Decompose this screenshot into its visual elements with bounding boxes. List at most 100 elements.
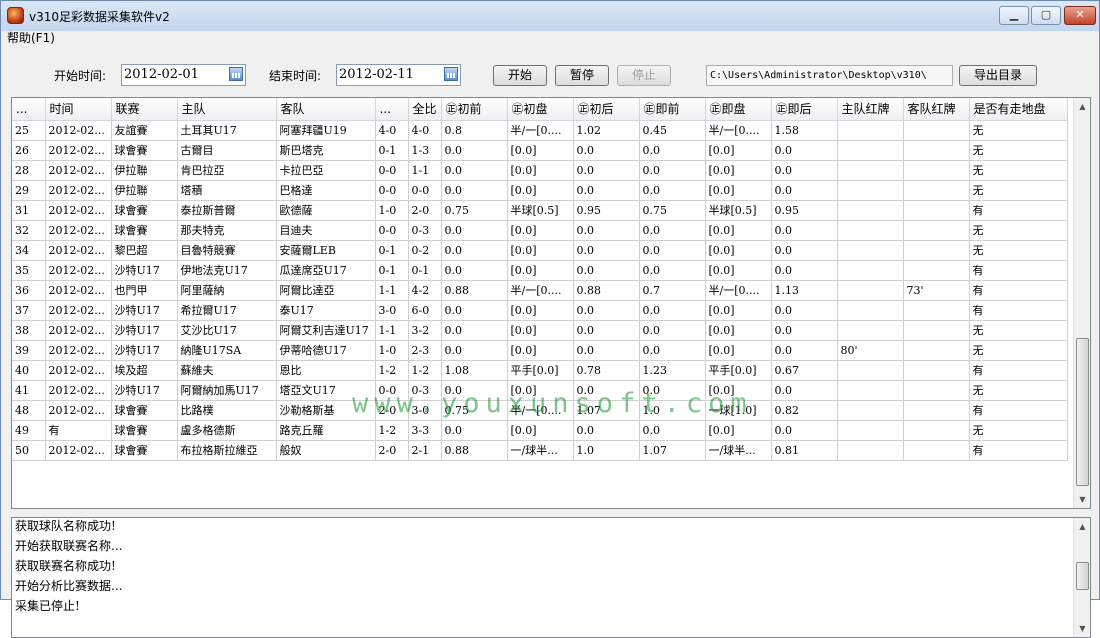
log-scrollbar[interactable]: ▲ ▼ xyxy=(1073,518,1090,637)
table-cell: 0-3 xyxy=(408,220,442,241)
minimize-button[interactable]: ▁ xyxy=(999,6,1029,25)
table-row[interactable]: 35 2012-02... 沙特U17 伊地法克U17 瓜達席亞U17 0-1 0-1 0.0… xyxy=(12,260,1068,281)
stop-button[interactable]: 停止 xyxy=(617,65,671,86)
table-row[interactable]: 26 2012-02... 球會賽 古爾目 斯巴塔克 0-1 1-3 0.0 [0.0] 0.0 0… xyxy=(12,140,1068,161)
table-row[interactable]: 28 2012-02... 伊拉聯 肯巴拉亞 卡拉巴亞 0-0 1-1 0.0 [0.0] 0.0… xyxy=(12,160,1068,181)
column-header[interactable]: ... xyxy=(375,98,409,121)
start-date-picker[interactable]: 2012-02-01 xyxy=(121,64,246,86)
column-header[interactable]: ㊣即后 xyxy=(771,98,838,121)
start-button[interactable]: 开始 xyxy=(493,65,547,86)
table-cell: [0.0] xyxy=(507,140,574,161)
column-header[interactable]: 联赛 xyxy=(111,98,178,121)
grid-scrollbar[interactable]: ▲ ▼ xyxy=(1073,98,1090,508)
table-row[interactable]: 31 2012-02... 球會賽 泰拉斯普爾 歐德薩 1-0 2-0 0.75 半球[0.5]… xyxy=(12,200,1068,221)
table-row[interactable]: 39 2012-02... 沙特U17 納隆U17SA 伊蒂哈德U17 1-0 2-3 0.0… xyxy=(12,340,1068,361)
log-line: 开始分析比赛数据... xyxy=(15,579,123,593)
table-cell: 目迪夫 xyxy=(276,220,376,241)
table-cell: 0.78 xyxy=(573,360,640,381)
scroll-up-icon[interactable]: ▲ xyxy=(1074,518,1090,535)
table-row[interactable]: 32 2012-02... 球會賽 那夫特克 目迪夫 0-0 0-3 0.0 [0.0] 0.0 0… xyxy=(12,220,1068,241)
table-cell: 0.0 xyxy=(771,240,838,261)
export-directory-button[interactable]: 导出目录 xyxy=(959,65,1037,86)
table-cell: 无 xyxy=(969,120,1068,141)
column-header[interactable]: ㊣初前 xyxy=(441,98,508,121)
table-cell: 有 xyxy=(969,260,1068,281)
table-row[interactable]: 37 2012-02... 沙特U17 希拉爾U17 泰U17 3-0 6-0 0.0 [0.0… xyxy=(12,300,1068,321)
table-cell: [0.0] xyxy=(705,240,772,261)
column-header[interactable]: 是否有走地盘 xyxy=(969,98,1068,121)
table-cell xyxy=(903,140,970,161)
maximize-button[interactable]: ▢ xyxy=(1031,6,1061,25)
table-cell: 48 xyxy=(12,400,46,421)
table-cell: [0.0] xyxy=(507,420,574,441)
table-row[interactable]: 41 2012-02... 沙特U17 阿爾納加馬U17 塔亞文U17 0-0 0-3 0.0… xyxy=(12,380,1068,401)
menu-help[interactable]: 帮助(F1) xyxy=(7,31,55,46)
close-button[interactable]: ✕ xyxy=(1064,6,1096,25)
column-header[interactable]: 客队红牌 xyxy=(903,98,970,121)
table-cell: [0.0] xyxy=(507,240,574,261)
table-cell: 2012-02... xyxy=(45,260,112,281)
table-cell: 39 xyxy=(12,340,46,361)
scroll-thumb[interactable] xyxy=(1076,562,1089,590)
pause-button[interactable]: 暂停 xyxy=(555,65,609,86)
table-cell: [0.0] xyxy=(705,380,772,401)
table-cell: 1.0 xyxy=(639,400,706,421)
table-cell: 2012-02... xyxy=(45,380,112,401)
table-row[interactable]: 50 2012-02... 球會賽 布拉格斯拉維亞 般奴 2-0 2-1 0.88 一/球半..… xyxy=(12,440,1068,461)
column-header[interactable]: ㊣即前 xyxy=(639,98,706,121)
calendar-icon[interactable] xyxy=(229,67,243,81)
table-cell: [0.0] xyxy=(507,260,574,281)
table-cell: 1-0 xyxy=(375,200,409,221)
table-row[interactable]: 38 2012-02... 沙特U17 艾沙比U17 阿爾艾利吉達U17 1-1 3-2 0.… xyxy=(12,320,1068,341)
scroll-up-icon[interactable]: ▲ xyxy=(1074,98,1090,115)
table-row[interactable]: 34 2012-02... 黎巴超 目魯特競賽 安薩爾LEB 0-1 0-2 0.0 [0.0]… xyxy=(12,240,1068,261)
table-row[interactable]: 48 2012-02... 球會賽 比路樸 沙勒格斯基 2-0 3-0 0.75 半/一[0..… xyxy=(12,400,1068,421)
column-header[interactable]: 客队 xyxy=(276,98,376,121)
table-cell: 0.0 xyxy=(639,240,706,261)
table-cell: [0.0] xyxy=(705,420,772,441)
table-cell: 有 xyxy=(969,280,1068,301)
column-header[interactable]: 主队红牌 xyxy=(837,98,904,121)
table-cell: 0.8 xyxy=(441,120,508,141)
table-cell: 那夫特克 xyxy=(177,220,277,241)
table-cell: 1.02 xyxy=(573,120,640,141)
column-header[interactable]: 全比 xyxy=(408,98,442,121)
table-cell: 希拉爾U17 xyxy=(177,300,277,321)
table-cell: 0.0 xyxy=(441,380,508,401)
calendar-icon[interactable] xyxy=(444,67,458,81)
table-cell: 1.58 xyxy=(771,120,838,141)
table-cell: 50 xyxy=(12,440,46,461)
table-row[interactable]: 29 2012-02... 伊拉聯 塔積 巴格達 0-0 0-0 0.0 [0.0] 0.0 0.0… xyxy=(12,180,1068,201)
table-cell: 友誼賽 xyxy=(111,120,178,141)
column-header[interactable]: ... xyxy=(12,98,46,121)
table-row[interactable]: 49 有球會賽 盧多格德斯 路克丘羅 1-2 3-3 0.0 [0.0] 0.0 0.0 [0.0]… xyxy=(12,420,1068,441)
table-cell: 0.95 xyxy=(771,200,838,221)
table-cell xyxy=(837,180,904,201)
table-cell: 0.0 xyxy=(771,180,838,201)
table-row[interactable]: 40 2012-02... 埃及超 蘇維夫 恩比 1-2 1-2 1.08 平手[0.0] 0.7… xyxy=(12,360,1068,381)
table-cell: 有 xyxy=(969,360,1068,381)
table-row[interactable]: 36 2012-02... 也門甲 阿里薩納 阿爾比達亞 1-1 4-2 0.88 半/一[0.… xyxy=(12,280,1068,301)
table-cell: 40 xyxy=(12,360,46,381)
table-header-row: ... 时间 联赛 主队 客队... 全比 ㊣初前 ㊣初盘 ㊣初后 ㊣即前 ㊣即盘 ㊣即后 主队红牌 客队… xyxy=(12,98,1068,121)
output-path-field[interactable]: C:\Users\Administrator\Desktop\v310\ xyxy=(706,65,953,86)
column-header[interactable]: ㊣初后 xyxy=(573,98,640,121)
match-data-grid[interactable]: ... 时间 联赛 主队 客队... 全比 ㊣初前 ㊣初盘 ㊣初后 ㊣即前 ㊣即盘 ㊣即后 主队红牌 客队… xyxy=(11,97,1091,509)
table-cell: 沙特U17 xyxy=(111,320,178,341)
table-row[interactable]: 25 2012-02... 友誼賽 土耳其U17 阿塞拜疆U19 4-0 4-0 0.8 半/一… xyxy=(12,120,1068,141)
scroll-thumb[interactable] xyxy=(1076,338,1089,486)
table-cell xyxy=(837,220,904,241)
scroll-down-icon[interactable]: ▼ xyxy=(1074,491,1090,508)
column-header[interactable]: 时间 xyxy=(45,98,112,121)
table-cell xyxy=(837,160,904,181)
table-cell: 半/一[0.... xyxy=(507,280,574,301)
maximize-icon: ▢ xyxy=(1040,8,1052,21)
end-date-picker[interactable]: 2012-02-11 xyxy=(336,64,461,86)
log-panel[interactable]: 获取球队名称成功! 开始获取联赛名称... 获取联赛名称成功! 开始分析比赛数据… xyxy=(11,517,1091,638)
column-header[interactable]: 主队 xyxy=(177,98,277,121)
table-cell: 3-3 xyxy=(408,420,442,441)
table-cell: 2-0 xyxy=(375,440,409,461)
scroll-down-icon[interactable]: ▼ xyxy=(1074,620,1090,637)
column-header[interactable]: ㊣即盘 xyxy=(705,98,772,121)
column-header[interactable]: ㊣初盘 xyxy=(507,98,574,121)
